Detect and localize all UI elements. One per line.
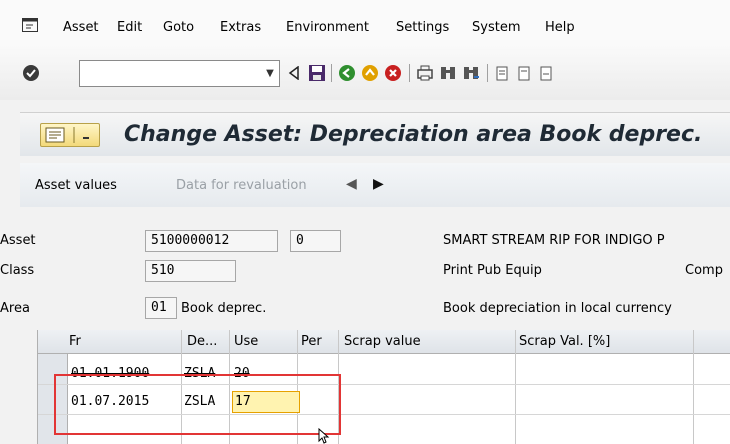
column-header-from[interactable]: Fr bbox=[69, 334, 81, 349]
next-arrow-icon[interactable]: ▶ bbox=[373, 176, 384, 192]
area-name: Book deprec. bbox=[181, 301, 267, 316]
command-dropdown-icon[interactable]: ▼ bbox=[261, 61, 279, 86]
title-bar: Change Asset: Depreciation area Book dep… bbox=[20, 112, 730, 156]
first-page-icon[interactable] bbox=[493, 62, 513, 84]
find-next-icon[interactable] bbox=[461, 62, 481, 84]
menu-asset[interactable]: Asset bbox=[63, 20, 99, 35]
menu-system[interactable]: System bbox=[472, 20, 520, 35]
cancel-icon[interactable] bbox=[383, 62, 403, 84]
menu-bar: Asset Edit Goto Extras Environment Setti… bbox=[0, 0, 730, 44]
check-icon[interactable] bbox=[20, 62, 42, 84]
column-header-use[interactable]: Use bbox=[234, 334, 258, 349]
next-page-icon[interactable] bbox=[537, 62, 557, 84]
menu-edit[interactable]: Edit bbox=[117, 20, 142, 35]
page-title: Change Asset: Depreciation area Book dep… bbox=[124, 122, 703, 147]
screen-menu-button[interactable] bbox=[40, 123, 100, 147]
area-label: Area bbox=[0, 301, 30, 316]
mouse-cursor-icon bbox=[318, 428, 330, 444]
back-arrow-icon[interactable] bbox=[286, 62, 302, 84]
asset-number-field[interactable]: 5100000012 bbox=[145, 230, 278, 252]
menu-extras[interactable]: Extras bbox=[220, 20, 261, 35]
area-field[interactable]: 01 bbox=[145, 297, 177, 319]
command-field[interactable]: ▼ bbox=[79, 60, 280, 87]
data-for-revaluation-button[interactable]: Data for revaluation bbox=[176, 178, 307, 193]
table-header: Fr De... Use Per Scrap value Scrap Val. … bbox=[38, 330, 730, 354]
area-description: Book depreciation in local currency bbox=[443, 301, 672, 316]
column-header-dep-key[interactable]: De... bbox=[187, 334, 217, 349]
asset-subnumber-field[interactable]: 0 bbox=[290, 230, 341, 252]
menu-settings[interactable]: Settings bbox=[396, 20, 449, 35]
system-menu-icon[interactable] bbox=[22, 18, 38, 32]
asset-values-button[interactable]: Asset values bbox=[35, 178, 117, 193]
application-toolbar: Asset values Data for revaluation ◀ ▶ bbox=[20, 163, 730, 207]
previous-arrow-icon[interactable]: ◀ bbox=[346, 176, 357, 192]
menu-environment[interactable]: Environment bbox=[286, 20, 369, 35]
save-icon[interactable] bbox=[307, 62, 327, 84]
asset-label: Asset bbox=[0, 233, 36, 248]
screen-menu-icon bbox=[45, 127, 89, 143]
back-green-icon[interactable] bbox=[337, 62, 357, 84]
column-header-per[interactable]: Per bbox=[301, 334, 322, 349]
column-header-scrap-pct[interactable]: Scrap Val. [%] bbox=[519, 334, 610, 349]
exit-icon[interactable] bbox=[360, 62, 380, 84]
class-field[interactable]: 510 bbox=[145, 260, 236, 282]
print-icon[interactable] bbox=[415, 62, 435, 84]
find-icon[interactable] bbox=[438, 62, 458, 84]
class-extra-text: Comp bbox=[685, 263, 723, 278]
column-header-scrap-value[interactable]: Scrap value bbox=[344, 334, 421, 349]
highlight-box bbox=[54, 374, 341, 435]
asset-description: SMART STREAM RIP FOR INDIGO P bbox=[443, 233, 665, 248]
class-label: Class bbox=[0, 263, 35, 278]
standard-toolbar: ▼ bbox=[0, 44, 730, 100]
menu-help[interactable]: Help bbox=[545, 20, 575, 35]
class-description: Print Pub Equip bbox=[443, 263, 542, 278]
menu-goto[interactable]: Goto bbox=[163, 20, 194, 35]
prev-page-icon[interactable] bbox=[515, 62, 535, 84]
